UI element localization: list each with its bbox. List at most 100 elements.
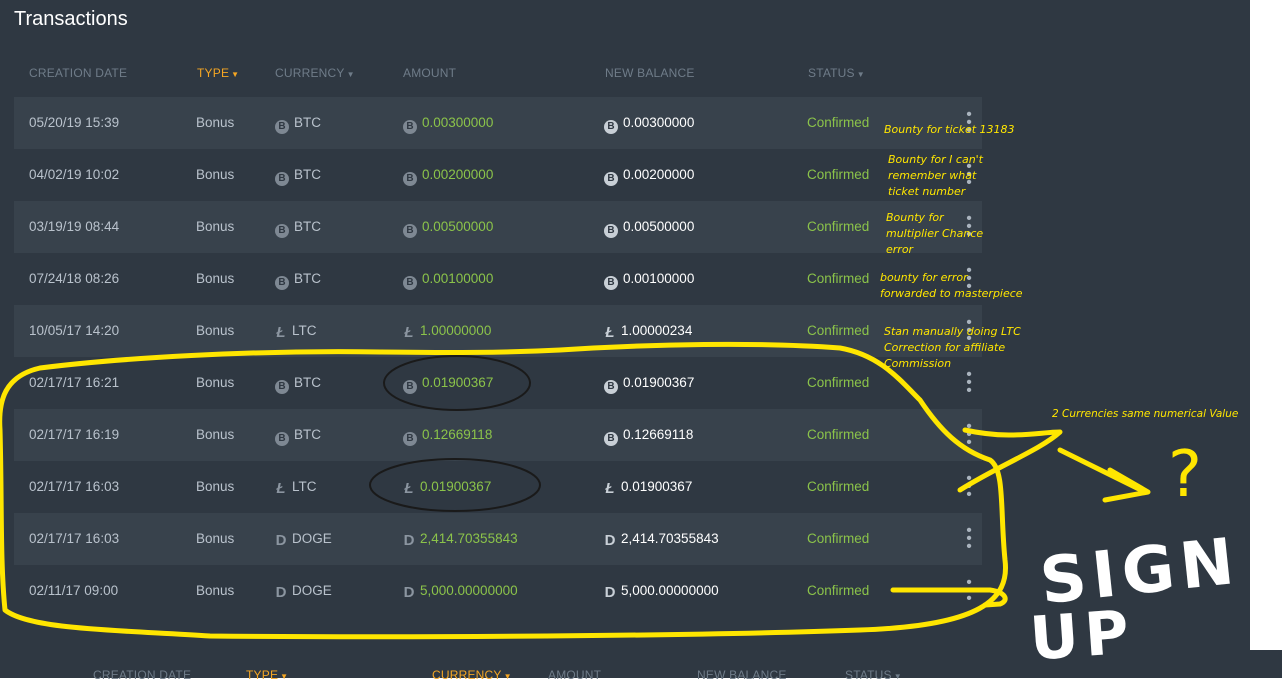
row-new-balance: B 0.00100000 [604, 271, 694, 290]
row-amount: B 0.00200000 [403, 167, 493, 186]
header-status[interactable]: STATUS ▼ [808, 66, 865, 80]
header-currency-label: CURRENCY [275, 66, 345, 80]
row-currency-label: LTC [292, 323, 317, 338]
row-currency: D DOGE [275, 531, 332, 548]
btc-coin-icon: B [604, 172, 618, 186]
row-amount: Ł 1.00000000 [403, 323, 491, 340]
btc-coin-icon: B [275, 276, 289, 290]
row-amount-value: 2,414.70355843 [420, 531, 518, 546]
row-new-balance: B 0.00200000 [604, 167, 694, 186]
row-type: Bonus [196, 583, 235, 598]
row-status: Confirmed [807, 583, 870, 598]
annotation-note-2: Bounty for I can't remember what ticket … [888, 152, 983, 200]
row-date: 04/02/19 10:02 [29, 167, 120, 182]
bottom-header-amount: AMOUNT [548, 668, 602, 682]
row-type: Bonus [196, 167, 235, 182]
btc-coin-icon: B [403, 120, 417, 134]
bottom-header-status[interactable]: STATUS ▼ [845, 668, 902, 682]
row-balance-value: 0.00500000 [623, 219, 695, 234]
row-new-balance: B 0.00300000 [604, 115, 694, 134]
annotation-note-4-line-1: bounty for error [880, 271, 968, 284]
table-row[interactable]: 03/19/19 08:44 Bonus B BTC B 0.00500000 B 0.005… [14, 201, 982, 253]
table-row[interactable]: 02/17/17 16:21 Bonus B BTC B 0.01900367 B 0.019… [14, 357, 982, 409]
bottom-header-new-balance: NEW BALANCE [697, 668, 787, 682]
row-currency: D DOGE [275, 583, 332, 600]
header-amount: AMOUNT [403, 66, 457, 80]
row-currency: B BTC [275, 271, 321, 290]
row-balance-value: 0.01900367 [623, 375, 695, 390]
row-currency-label: BTC [294, 427, 321, 442]
row-status: Confirmed [807, 323, 870, 338]
annotation-note-3-line-2: multiplier Chance [886, 227, 984, 240]
annotation-note-5-line-3: Commission [884, 357, 952, 370]
annotation-note-5: Stan manually doing LTC Correction for a… [884, 324, 1021, 372]
ltc-coin-icon: Ł [276, 480, 286, 497]
row-amount: D 5,000.00000000 [403, 583, 518, 600]
page-title: Transactions [14, 8, 128, 30]
row-new-balance: B 0.01900367 [604, 375, 694, 394]
row-date: 10/05/17 14:20 [29, 323, 120, 338]
row-status: Confirmed [807, 479, 870, 494]
row-amount: Ł 0.01900367 [403, 479, 491, 496]
table-row[interactable]: 02/17/17 16:03 Bonus Ł LTC Ł 0.01900367 Ł 0.019… [14, 461, 982, 513]
row-new-balance: Ł 0.01900367 [604, 479, 692, 496]
table-row[interactable]: 02/11/17 09:00 Bonus D DOGE D 5,000.00000000 D… [14, 565, 982, 617]
doge-coin-icon: D [275, 584, 287, 601]
table-row[interactable]: 02/17/17 16:03 Bonus D DOGE D 2,414.70355843 D… [14, 513, 982, 565]
doge-coin-icon: D [604, 584, 616, 601]
row-date: 07/24/18 08:26 [29, 271, 120, 286]
btc-coin-icon: B [403, 432, 417, 446]
row-date: 02/17/17 16:19 [29, 427, 120, 442]
row-currency-label: BTC [294, 375, 321, 390]
row-type: Bonus [196, 219, 235, 234]
row-date: 02/17/17 16:21 [29, 375, 120, 390]
row-type: Bonus [196, 323, 235, 338]
row-type: Bonus [196, 427, 235, 442]
row-balance-value: 0.00100000 [623, 271, 695, 286]
table-row[interactable]: 04/02/19 10:02 Bonus B BTC B 0.00200000 B 0.002… [14, 149, 982, 201]
row-currency-label: BTC [294, 115, 321, 130]
btc-coin-icon: B [275, 172, 289, 186]
row-amount-value: 0.12669118 [422, 427, 493, 442]
table-row[interactable]: 02/17/17 16:19 Bonus B BTC B 0.12669118 B 0.126… [14, 409, 982, 461]
row-status: Confirmed [807, 375, 870, 390]
row-currency-label: LTC [292, 479, 317, 494]
kebab-menu-icon[interactable]: • • • [964, 471, 974, 503]
row-amount: B 0.12669118 [403, 427, 492, 446]
table-row[interactable]: 05/20/19 15:39 Bonus B BTC B 0.00300000 B 0.003… [14, 97, 982, 149]
row-status: Confirmed [807, 427, 870, 442]
btc-coin-icon: B [275, 432, 289, 446]
row-balance-value: 2,414.70355843 [621, 531, 719, 546]
annotation-note-4-line-2: forwarded to masterpiece [880, 287, 1023, 300]
row-amount-value: 0.00300000 [422, 115, 494, 130]
bottom-header-currency[interactable]: CURRENCY ▼ [432, 668, 512, 682]
doge-coin-icon: D [403, 532, 415, 549]
table-row[interactable]: 10/05/17 14:20 Bonus Ł LTC Ł 1.00000000 Ł 1.000… [14, 305, 982, 357]
table-row[interactable]: 07/24/18 08:26 Bonus B BTC B 0.00100000 B 0.001… [14, 253, 982, 305]
kebab-menu-icon[interactable]: • • • [964, 419, 974, 451]
row-type: Bonus [196, 531, 235, 546]
doge-coin-icon: D [403, 584, 415, 601]
row-amount-value: 0.00100000 [422, 271, 494, 286]
row-currency-label: BTC [294, 271, 321, 286]
header-creation-date: CREATION DATE [29, 66, 128, 80]
kebab-menu-icon[interactable]: • • • [964, 523, 974, 555]
row-currency: Ł LTC [275, 323, 317, 340]
row-balance-value: 0.00300000 [623, 115, 695, 130]
header-currency[interactable]: CURRENCY ▼ [275, 66, 355, 80]
bottom-header-type[interactable]: TYPE ▼ [246, 668, 288, 682]
kebab-menu-icon[interactable]: • • • [964, 367, 974, 399]
header-type[interactable]: TYPE ▼ [197, 66, 239, 80]
row-balance-value: 1.00000234 [621, 323, 693, 338]
row-currency: B BTC [275, 219, 321, 238]
doge-coin-icon: D [275, 532, 287, 549]
ltc-coin-icon: Ł [605, 324, 615, 341]
row-amount-value: 0.00200000 [422, 167, 494, 182]
annotation-note-2-line-3: ticket number [888, 185, 966, 198]
ltc-coin-icon: Ł [404, 480, 414, 497]
row-new-balance: B 0.12669118 [604, 427, 693, 446]
row-new-balance: Ł 1.00000234 [604, 323, 692, 340]
row-currency-label: BTC [294, 219, 321, 234]
kebab-menu-icon[interactable]: • • • [964, 575, 974, 607]
row-date: 03/19/19 08:44 [29, 219, 120, 234]
